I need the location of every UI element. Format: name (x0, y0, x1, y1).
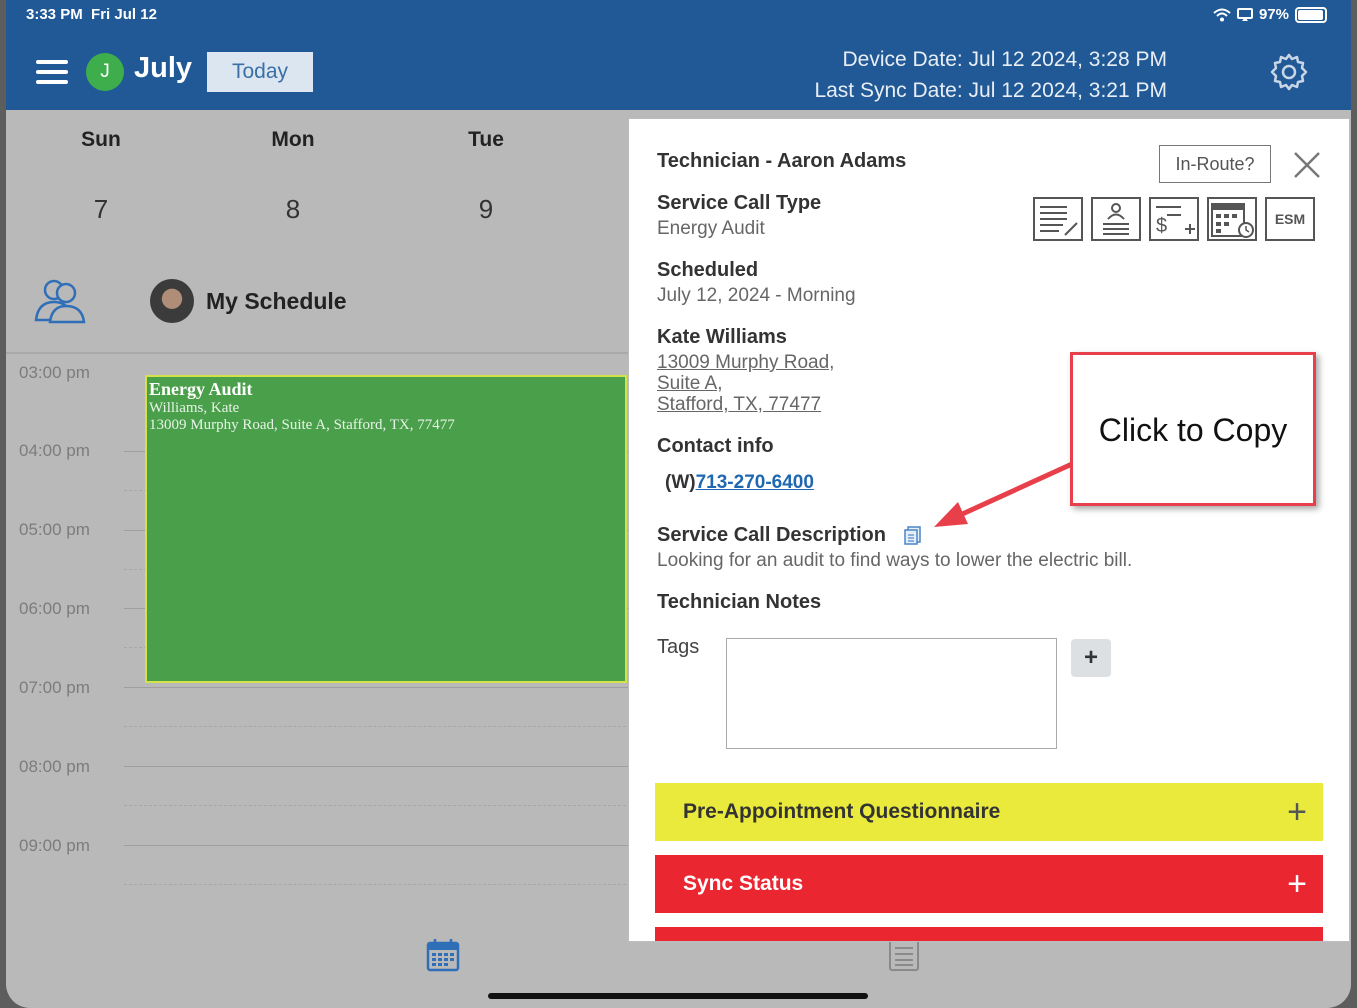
phone-link[interactable]: 713-270-6400 (696, 472, 814, 493)
expand-icon[interactable]: + (1287, 783, 1307, 841)
collapsed-section-bar[interactable] (655, 927, 1323, 941)
event-title: Energy Audit (149, 379, 253, 399)
service-call-panel: Technician - Aaron Adams In-Route? $ ESM… (628, 118, 1350, 942)
time-label: 08:00 pm (19, 757, 90, 776)
avatar[interactable]: J (86, 53, 124, 91)
phone-row: (W)713-270-6400 (665, 472, 814, 494)
bar-label: Sync Status (683, 872, 804, 895)
avatar (150, 279, 194, 323)
battery-percent: 97% (1258, 6, 1289, 23)
day-name: Tue (468, 128, 504, 151)
divider (6, 352, 631, 354)
scheduled-label: Scheduled (657, 259, 759, 281)
service-call-description-label: Service Call Description (657, 524, 886, 546)
expand-icon[interactable]: + (1287, 855, 1307, 913)
status-indicators: 97% (1213, 6, 1327, 23)
sync-info: Device Date: Jul 12 2024, 3:28 PM Last S… (814, 44, 1167, 106)
status-time: 3:33 PM Fri Jul 12 (26, 6, 157, 23)
event-address: 13009 Murphy Road, Suite A, Stafford, TX… (149, 417, 455, 433)
half-hour-line (124, 884, 631, 885)
wifi-icon (1213, 8, 1231, 21)
last-sync-date: Last Sync Date: Jul 12 2024, 3:21 PM (814, 79, 1167, 102)
in-route-button[interactable]: In-Route? (1159, 145, 1271, 183)
screen-mirror-icon (1236, 7, 1253, 21)
day-number[interactable]: 8 (253, 194, 333, 225)
action-icons: $ ESM (1033, 197, 1315, 241)
tags-field[interactable] (726, 638, 1057, 749)
battery-icon (1295, 6, 1327, 23)
day-number[interactable]: 7 (61, 194, 141, 225)
half-hour-line (124, 805, 631, 806)
customer-name: Kate Williams (657, 326, 787, 348)
menu-icon[interactable] (36, 60, 68, 90)
esm-button[interactable]: ESM (1265, 197, 1315, 241)
time-label: 06:00 pm (19, 599, 90, 618)
customer-document-icon[interactable] (1091, 197, 1141, 241)
add-invoice-icon[interactable]: $ (1149, 197, 1199, 241)
people-icon[interactable] (32, 276, 88, 326)
address-line[interactable]: 13009 Murphy Road, (657, 352, 834, 374)
calendar-icon[interactable] (426, 938, 460, 972)
technician-notes-label: Technician Notes (657, 591, 822, 613)
gear-icon[interactable] (1269, 52, 1309, 92)
phone-prefix: (W) (665, 472, 696, 493)
calendar-event[interactable]: Energy Audit Williams, Kate 13009 Murphy… (145, 375, 627, 683)
address-line[interactable]: Suite A, (657, 373, 723, 395)
hour-line (124, 766, 631, 767)
day-number[interactable]: 9 (446, 194, 526, 225)
hour-line (124, 845, 631, 846)
time-label: 09:00 pm (19, 836, 90, 855)
time-label: 04:00 pm (19, 441, 90, 460)
list-icon[interactable] (888, 938, 920, 972)
time-label: 05:00 pm (19, 520, 90, 539)
bar-label: Pre-Appointment Questionnaire (683, 800, 1001, 823)
copy-icon[interactable] (903, 525, 923, 545)
pre-appointment-questionnaire-bar[interactable]: Pre-Appointment Questionnaire + (655, 783, 1323, 841)
svg-text:$: $ (1156, 215, 1167, 237)
technician-name: Technician - Aaron Adams (657, 150, 907, 172)
hour-line (124, 687, 631, 688)
month-title: July (134, 52, 193, 84)
service-call-type-label: Service Call Type (657, 192, 822, 214)
tags-label: Tags (657, 636, 700, 658)
day-name: Mon (271, 128, 315, 151)
close-icon[interactable] (1291, 149, 1323, 181)
header-bar: 3:33 PM Fri Jul 12 97% J July Today Devi… (6, 0, 1351, 110)
click-to-copy-callout: Click to Copy (1070, 352, 1316, 506)
contact-info-label: Contact info (657, 435, 774, 457)
address-line[interactable]: Stafford, TX, 77477 (657, 394, 821, 416)
service-call-description: Looking for an audit to find ways to low… (657, 550, 1133, 571)
my-schedule-label[interactable]: My Schedule (206, 288, 347, 315)
sync-status-bar[interactable]: Sync Status + (655, 855, 1323, 913)
schedule-calendar-icon[interactable] (1207, 197, 1257, 241)
day-name: Sun (81, 128, 121, 151)
time-label: 03:00 pm (19, 363, 90, 382)
service-call-type: Energy Audit (657, 218, 765, 239)
today-button[interactable]: Today (207, 52, 313, 92)
half-hour-line (124, 726, 631, 727)
event-customer: Williams, Kate (149, 400, 240, 416)
edit-document-icon[interactable] (1033, 197, 1083, 241)
time-label: 07:00 pm (19, 678, 90, 697)
home-indicator (488, 993, 868, 999)
device-date: Device Date: Jul 12 2024, 3:28 PM (842, 48, 1167, 71)
add-tag-button[interactable]: + (1071, 639, 1111, 677)
scheduled-date: July 12, 2024 - Morning (657, 285, 856, 306)
